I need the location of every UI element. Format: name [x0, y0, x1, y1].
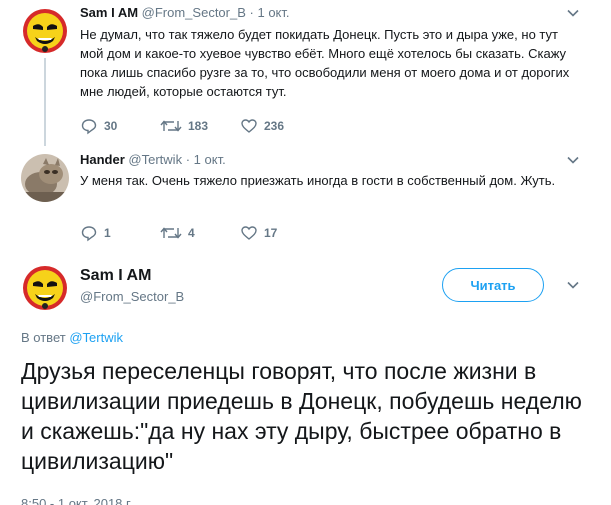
retweet-button[interactable]: 183 — [160, 116, 208, 136]
tweet-timestamp[interactable]: 8:50 - 1 окт. 2018 г. — [21, 496, 133, 505]
retweet-count: 183 — [188, 119, 209, 133]
author-handle[interactable]: @From_Sector_B — [142, 5, 246, 20]
reply-button[interactable]: 30 — [80, 116, 117, 136]
retweet-count: 4 — [188, 226, 195, 240]
serious-sam-bomb-avatar-icon — [21, 264, 69, 312]
retweet-icon — [160, 227, 182, 239]
chevron-down-icon[interactable] — [566, 6, 580, 20]
retweet-icon — [160, 120, 182, 132]
reply-icon — [81, 226, 97, 242]
reply-mention-link[interactable]: @Tertwik — [69, 330, 123, 345]
retweet-button[interactable]: 4 — [160, 223, 195, 243]
separator-dot: · — [249, 5, 254, 20]
main-tweet-text: Друзья переселенцы говорят, что после жи… — [21, 358, 582, 474]
author-name[interactable]: Hander — [80, 152, 125, 167]
tweet-text: Не думал, что так тяжело будет покидать … — [80, 27, 570, 99]
tweet-1-actions: 30 183 236 — [80, 116, 380, 136]
heart-icon — [241, 226, 257, 240]
reply-count: 1 — [104, 226, 111, 240]
like-count: 236 — [264, 119, 285, 133]
tweet-2-header: Hander @Tertwik · 1 окт. — [80, 151, 226, 169]
like-button[interactable]: 236 — [240, 116, 284, 136]
reply-context: В ответ @Tertwik — [21, 330, 123, 346]
avatar-sam[interactable] — [21, 264, 69, 312]
reply-icon — [81, 119, 97, 135]
avatar-sam[interactable] — [21, 7, 69, 55]
like-count: 17 — [264, 226, 278, 240]
tweet-time[interactable]: 1 окт. — [194, 152, 226, 167]
serious-sam-bomb-avatar-icon — [21, 7, 69, 55]
tweet-1-header: Sam I AM @From_Sector_B · 1 окт. — [80, 4, 290, 22]
reply-count: 30 — [104, 119, 118, 133]
follow-button[interactable]: Читать — [442, 268, 544, 302]
thread-line — [44, 58, 46, 146]
reply-prefix: В ответ — [21, 330, 66, 345]
tweet-time[interactable]: 1 окт. — [257, 5, 289, 20]
tweet-text: У меня так. Очень тяжело приезжать иногд… — [80, 173, 556, 188]
chevron-down-icon[interactable] — [566, 153, 580, 167]
tweet-2-actions: 1 4 17 — [80, 223, 380, 243]
author-name[interactable]: Sam I AM — [80, 266, 151, 286]
author-handle[interactable]: @From_Sector_B — [80, 288, 184, 306]
heart-icon — [241, 119, 257, 133]
reply-button[interactable]: 1 — [80, 223, 111, 243]
avatar-hander[interactable] — [21, 154, 69, 202]
like-button[interactable]: 17 — [240, 223, 277, 243]
separator-dot: · — [185, 152, 191, 167]
cat-photo-avatar-icon — [21, 154, 69, 202]
author-handle[interactable]: @Tertwik — [128, 152, 182, 167]
chevron-down-icon[interactable] — [566, 278, 580, 292]
author-name[interactable]: Sam I AM — [80, 5, 138, 20]
